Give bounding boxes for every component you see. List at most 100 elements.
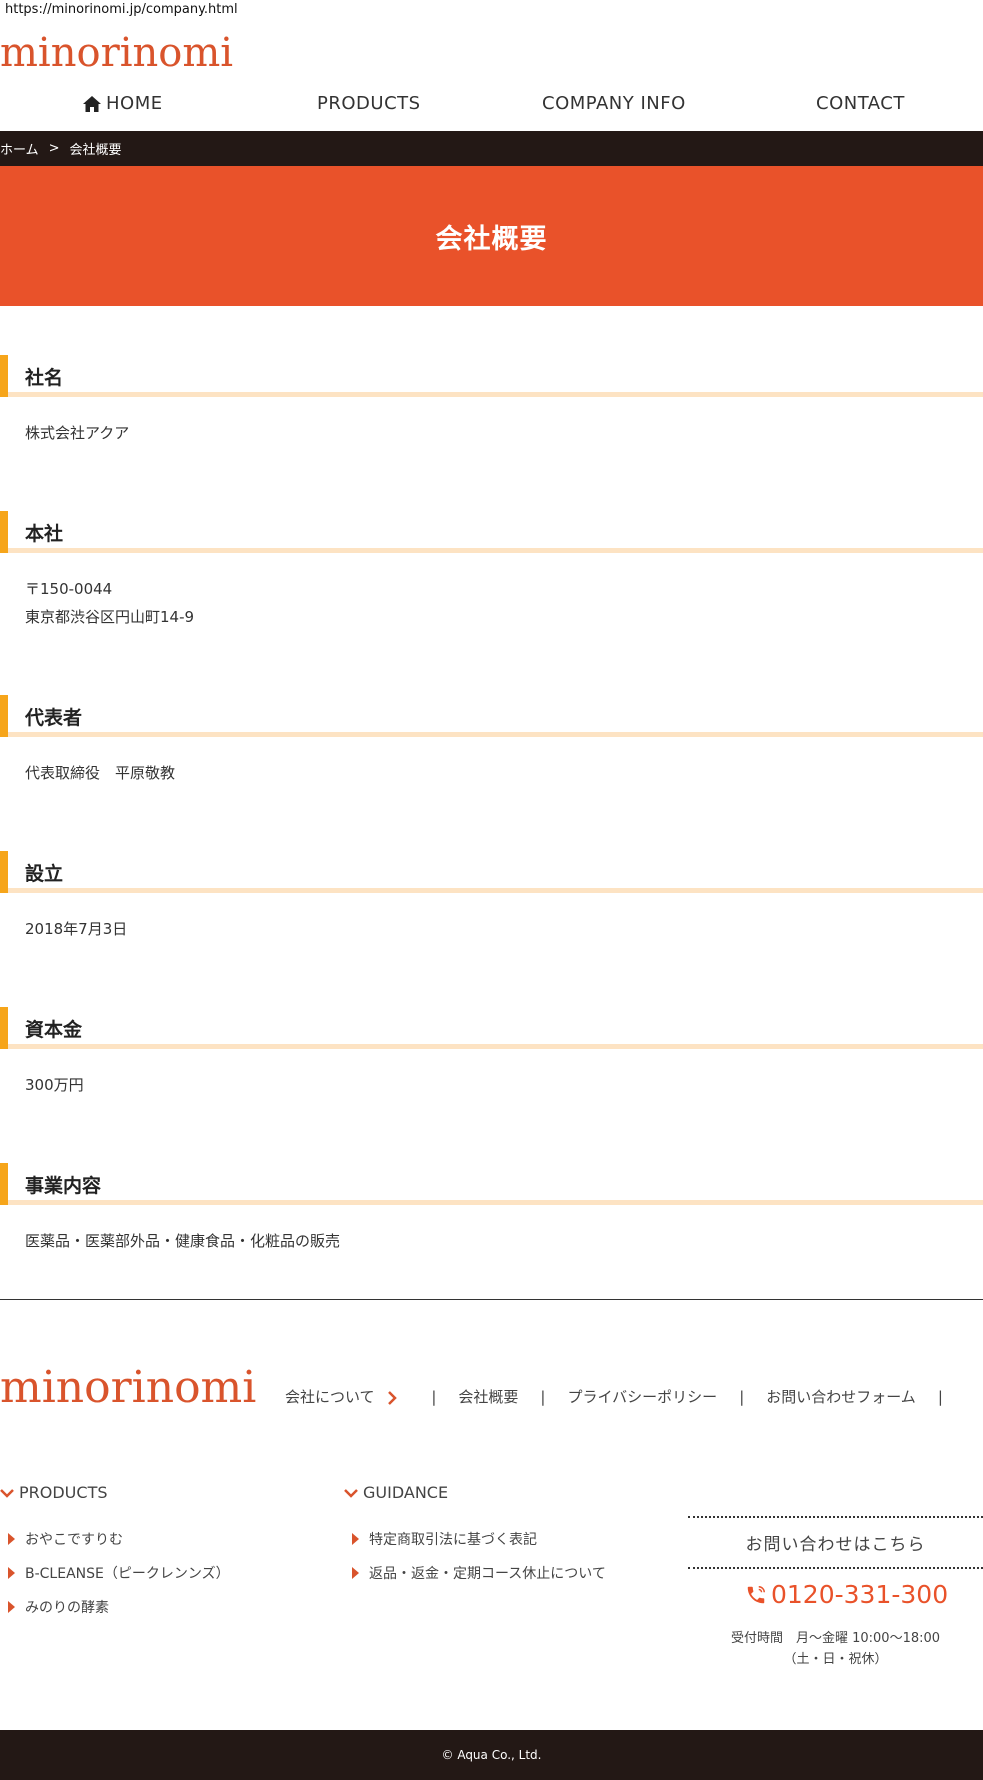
heading-underline: [8, 1044, 983, 1049]
section-heading: 代表者: [0, 695, 983, 737]
hours-line: 受付時間 月～金曜 10:00～18:00: [730, 1631, 941, 1646]
contact-box: お問い合わせはこちら: [688, 1516, 983, 1569]
footer-separator: |: [937, 1387, 943, 1406]
section-heading: 設立: [0, 851, 983, 893]
product-link: B-CLEANSE（ピークレンンズ）: [25, 1566, 230, 1582]
phone-number: 0120-331-300: [771, 1580, 949, 1609]
guidance-heading-label: GUIDANCE: [363, 1483, 449, 1502]
chevron-right-icon: [388, 1390, 398, 1405]
section-title: 事業内容: [25, 1175, 102, 1197]
guidance-list: 特定商取引法に基づく表記 返品・返金・定期コース休止について: [344, 1522, 606, 1590]
copyright-text: © Aqua Co., Ltd.: [441, 1748, 542, 1762]
section-business: 事業内容 医薬品・医薬部外品・健康食品・化粧品の販売: [0, 1163, 983, 1255]
product-link: みのりの酵素: [25, 1600, 109, 1616]
section-body: 2018年7月3日: [0, 915, 983, 943]
section-body: 株式会社アクア: [0, 419, 983, 447]
nav-products[interactable]: PRODUCTS: [317, 93, 421, 114]
product-link: おやこですりむ: [25, 1532, 123, 1548]
section-title: 代表者: [25, 707, 83, 729]
guidance-link: 特定商取引法に基づく表記: [369, 1532, 537, 1548]
site-logo[interactable]: minorinomi: [0, 30, 233, 76]
triangle-right-icon: [352, 1567, 359, 1579]
breadcrumb-current: 会社概要: [69, 143, 122, 158]
section-body: 代表取締役 平原敬教: [0, 759, 983, 787]
heading-accent-bar: [0, 1163, 8, 1205]
heading-accent-bar: [0, 851, 8, 893]
nav-home[interactable]: HOME: [82, 93, 163, 114]
footer-separator: |: [540, 1387, 546, 1406]
section-representative: 代表者 代表取締役 平原敬教: [0, 695, 983, 787]
breadcrumb-home[interactable]: ホーム: [0, 139, 39, 158]
dotted-divider: [688, 1567, 983, 1569]
heading-accent-bar: [0, 1007, 8, 1049]
section-title: 社名: [25, 367, 64, 389]
phone-number-link[interactable]: 0120-331-300: [745, 1580, 948, 1609]
products-heading: PRODUCTS: [0, 1483, 108, 1502]
footer-divider: [0, 1299, 983, 1300]
triangle-right-icon: [8, 1567, 15, 1579]
footer-links: 会社について | 会社概要 | プライバシーポリシー | お問い合わせフォーム …: [285, 1386, 965, 1407]
business-hours: 受付時間 月～金曜 10:00～18:00 （土・日・祝休）: [688, 1628, 983, 1670]
section-body: 300万円: [0, 1071, 983, 1099]
products-heading-label: PRODUCTS: [19, 1483, 108, 1502]
list-item[interactable]: B-CLEANSE（ピークレンンズ）: [0, 1556, 230, 1590]
footer-link-about[interactable]: 会社について: [285, 1386, 398, 1407]
url-bar[interactable]: https://minorinomi.jp/company.html: [5, 2, 238, 17]
section-company-name: 社名 株式会社アクア: [0, 355, 983, 447]
list-item[interactable]: みのりの酵素: [0, 1590, 230, 1624]
footer-link-privacy[interactable]: プライバシーポリシー: [567, 1386, 717, 1407]
breadcrumb-separator: >: [48, 141, 60, 156]
footer-link-about-label: 会社について: [285, 1388, 375, 1406]
chevron-down-icon: [344, 1488, 358, 1498]
list-item[interactable]: おやこですりむ: [0, 1522, 230, 1556]
list-item[interactable]: 返品・返金・定期コース休止について: [344, 1556, 606, 1590]
phone-icon: [747, 1585, 765, 1603]
copyright-bar: © Aqua Co., Ltd.: [0, 1730, 983, 1780]
section-established: 設立 2018年7月3日: [0, 851, 983, 943]
footer-link-company[interactable]: 会社概要: [458, 1386, 518, 1407]
section-heading: 資本金: [0, 1007, 983, 1049]
section-text: 医薬品・医薬部外品・健康食品・化粧品の販売: [25, 1232, 341, 1250]
postal-code: 〒150-0044: [25, 580, 113, 598]
nav-company-info[interactable]: COMPANY INFO: [542, 93, 686, 114]
hours-line: （土・日・祝休）: [783, 1652, 888, 1667]
triangle-right-icon: [352, 1533, 359, 1545]
nav-contact[interactable]: CONTACT: [816, 93, 905, 114]
triangle-right-icon: [8, 1601, 15, 1613]
footer-separator: |: [739, 1387, 745, 1406]
section-text: 2018年7月3日: [25, 920, 128, 938]
section-body: 〒150-0044 東京都渋谷区円山町14-9: [0, 575, 983, 631]
main-nav: HOME PRODUCTS COMPANY INFO CONTACT: [0, 90, 983, 130]
section-title: 資本金: [25, 1019, 83, 1041]
section-text: 株式会社アクア: [25, 424, 130, 442]
heading-underline: [8, 1200, 983, 1205]
triangle-right-icon: [8, 1533, 15, 1545]
home-icon: [83, 95, 101, 112]
heading-underline: [8, 732, 983, 737]
nav-contact-label: CONTACT: [816, 93, 905, 114]
products-list: おやこですりむ B-CLEANSE（ピークレンンズ） みのりの酵素: [0, 1522, 230, 1624]
section-heading: 事業内容: [0, 1163, 983, 1205]
address: 東京都渋谷区円山町14-9: [25, 608, 195, 626]
nav-company-info-label: COMPANY INFO: [542, 93, 686, 114]
section-title: 本社: [25, 523, 64, 545]
nav-products-label: PRODUCTS: [317, 93, 421, 114]
heading-underline: [8, 888, 983, 893]
section-title: 設立: [25, 863, 64, 885]
heading-underline: [8, 548, 983, 553]
section-heading: 本社: [0, 511, 983, 553]
footer-link-contact-form[interactable]: お問い合わせフォーム: [766, 1386, 916, 1407]
nav-home-label: HOME: [106, 93, 163, 114]
list-item[interactable]: 特定商取引法に基づく表記: [344, 1522, 606, 1556]
chevron-down-icon: [0, 1488, 14, 1498]
page-hero: 会社概要: [0, 166, 983, 306]
heading-accent-bar: [0, 355, 8, 397]
page-title: 会社概要: [435, 223, 548, 255]
heading-accent-bar: [0, 695, 8, 737]
heading-underline: [8, 392, 983, 397]
section-body: 医薬品・医薬部外品・健康食品・化粧品の販売: [0, 1227, 983, 1255]
guidance-link: 返品・返金・定期コース休止について: [369, 1566, 606, 1582]
guidance-heading: GUIDANCE: [344, 1483, 448, 1502]
footer-separator: |: [431, 1387, 437, 1406]
footer-logo[interactable]: minorinomi: [0, 1362, 256, 1413]
